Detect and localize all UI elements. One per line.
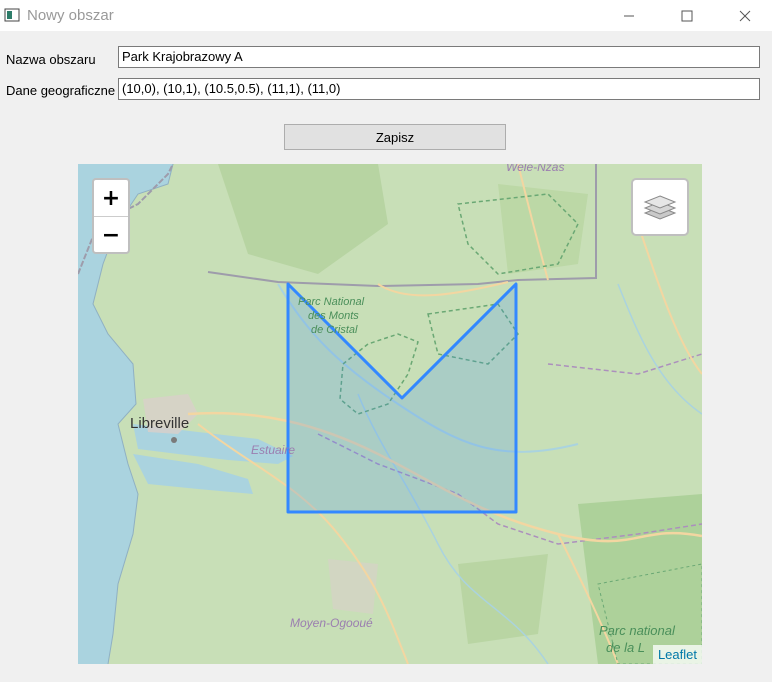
label-parc-monts-1: Parc National [298,296,365,308]
geo-data-label: Dane geograficzne [6,83,116,98]
zoom-out-button[interactable]: − [94,217,128,252]
window-title: Nowy obszar [27,7,114,24]
label-moyen-ogooue: Moyen-Ogooué [290,616,373,630]
label-libreville: Libreville [130,415,190,432]
map-tiles [78,164,702,664]
label-parc-national-1: Parc national [599,623,675,638]
name-input[interactable]: Park Krajobrazowy A [118,46,760,68]
label-parc-monts-3: de Cristal [311,324,358,336]
layers-button[interactable] [631,178,689,236]
zoom-in-button[interactable]: + [94,180,128,217]
save-button[interactable]: Zapisz [284,124,506,150]
name-label: Nazwa obszaru [6,52,96,67]
label-wele-nzas: Wele-Nzas [506,164,565,174]
close-icon [739,10,751,21]
maximize-button[interactable] [658,0,716,31]
minimize-button[interactable] [600,0,658,31]
label-parc-national-2: de la L [606,640,646,655]
layers-icon [643,195,677,220]
zoom-control: + − [92,178,130,254]
attribution-link[interactable]: Leaflet [652,645,702,664]
geo-data-input[interactable]: (10,0), (10,1), (10.5,0.5), (11,1), (11,… [118,78,760,100]
maximize-icon [681,10,693,21]
label-parc-monts-2: des Monts [308,310,359,322]
title-bar: Nowy obszar [0,0,772,31]
label-estuaire: Estuaire [251,443,296,457]
map-view[interactable]: Libreville Estuaire Moyen-Ogooué Wele-Nz… [78,164,702,664]
app-icon [4,8,20,22]
minimize-icon [624,15,634,16]
close-button[interactable] [716,0,772,31]
